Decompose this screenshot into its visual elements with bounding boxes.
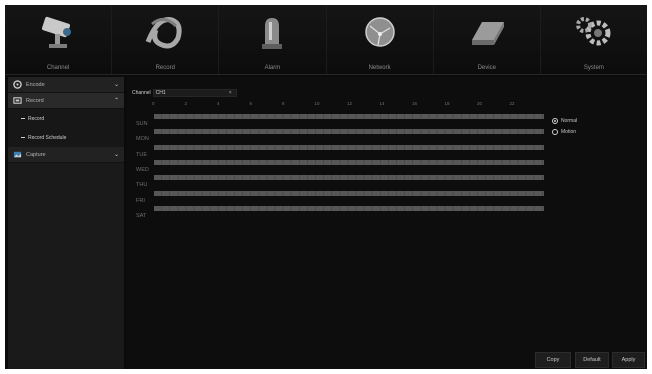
schedule-bar[interactable] <box>154 190 544 196</box>
sidebar-item-encode[interactable]: Encode ⌄ <box>8 77 124 93</box>
radio-label: Normal <box>561 117 578 124</box>
hour-tick: 4 <box>217 101 220 106</box>
schedule-bar[interactable] <box>154 205 544 211</box>
day-label: WED <box>136 166 149 173</box>
channel-label: Channel <box>132 90 151 96</box>
hour-tick: 10 <box>314 101 320 106</box>
copy-button[interactable]: Copy <box>535 352 571 368</box>
channel-value: CH1 <box>155 90 166 96</box>
hour-tick: 16 <box>412 101 418 106</box>
nav-label: Alarm <box>264 65 281 71</box>
nav-network[interactable]: Network <box>327 5 434 74</box>
nav-record[interactable]: Record <box>112 5 220 74</box>
nav-system[interactable]: System <box>541 5 647 74</box>
nav-label: Record <box>155 65 175 71</box>
channel-select[interactable]: CH1 ▼ <box>152 89 237 97</box>
sidebar-item-label: Encode <box>26 81 45 88</box>
nav-label: Channel <box>46 65 70 71</box>
day-label: FRI <box>136 197 145 204</box>
globe-network-icon <box>364 17 395 47</box>
film-reel-icon <box>145 16 182 49</box>
hour-tick: 14 <box>379 101 385 106</box>
dvr-settings-window: Channel Record Alarm Network Device Syst… <box>5 5 647 369</box>
nav-device[interactable]: Device <box>434 5 541 74</box>
radio-motion[interactable]: Motion <box>552 126 577 137</box>
hard-drive-icon <box>471 22 504 45</box>
default-button[interactable]: Default <box>575 352 609 368</box>
day-label: THU <box>136 182 148 189</box>
nav-alarm[interactable]: Alarm <box>219 5 327 74</box>
nav-label: System <box>583 65 604 71</box>
hour-tick: 6 <box>249 101 253 106</box>
chevron-down-icon: ▼ <box>227 90 233 96</box>
sidebar-subitem-label: Record <box>28 115 45 122</box>
film-strip-icon <box>13 80 22 89</box>
apply-button[interactable]: Apply <box>612 352 645 368</box>
sidebar-item-label: Record <box>26 97 44 104</box>
day-label: SUN <box>136 121 148 127</box>
schedule-bar[interactable] <box>154 175 544 181</box>
nav-channel[interactable]: Channel <box>5 5 113 74</box>
chevron-up-icon: ⌃ <box>113 98 119 104</box>
hour-tick: 22 <box>509 101 515 106</box>
nav-label: Network <box>368 65 391 71</box>
schedule-bar[interactable] <box>154 159 544 165</box>
schedule-bar[interactable] <box>154 129 544 135</box>
sidebar-subitem-label: Record Schedule <box>28 134 67 141</box>
day-label: SAT <box>136 212 147 219</box>
sidebar: Encode ⌄ Record ⌃ Record Record Schedule… <box>8 77 124 369</box>
sidebar-subitem-record-schedule[interactable]: Record Schedule <box>8 128 124 147</box>
schedule-bar[interactable] <box>154 144 544 150</box>
schedule-bar[interactable] <box>154 114 544 119</box>
record-schedule-panel: Channel CH1 ▼ 0 2 4 6 8 10 12 14 16 18 20 22 SUN MON… <box>127 77 647 369</box>
cctv-camera-icon <box>42 16 72 48</box>
gears-icon <box>575 17 611 46</box>
image-icon <box>13 151 22 158</box>
dash-icon <box>21 118 25 119</box>
chevron-down-icon: ⌄ <box>113 82 119 88</box>
sidebar-item-label: Capture <box>26 151 46 158</box>
hour-tick: 12 <box>347 101 353 106</box>
top-navigation: Channel Record Alarm Network Device Syst… <box>5 5 647 75</box>
day-label: TUE <box>136 151 147 158</box>
nav-label: Device <box>477 65 496 71</box>
hour-tick: 8 <box>282 101 285 106</box>
dash-icon <box>21 137 25 138</box>
sidebar-subitem-record[interactable]: Record <box>8 109 124 128</box>
hour-tick: 2 <box>184 101 188 106</box>
record-icon <box>13 97 22 104</box>
chevron-down-icon: ⌄ <box>113 152 119 158</box>
hour-tick: 0 <box>152 101 155 106</box>
alarm-beacon-icon <box>262 18 283 49</box>
radio-unselected-icon <box>552 128 558 135</box>
day-label: MON <box>136 136 149 143</box>
sidebar-item-capture[interactable]: Capture ⌄ <box>8 147 124 163</box>
radio-label: Motion <box>561 128 577 135</box>
hour-tick: 20 <box>477 101 483 106</box>
hour-tick: 18 <box>444 101 450 106</box>
radio-normal[interactable]: Normal <box>552 115 577 126</box>
sidebar-item-record[interactable]: Record ⌃ <box>8 93 124 109</box>
record-type-group: Normal Motion <box>552 115 577 137</box>
radio-selected-icon <box>552 117 558 124</box>
channel-row: Channel CH1 ▼ <box>132 89 237 97</box>
